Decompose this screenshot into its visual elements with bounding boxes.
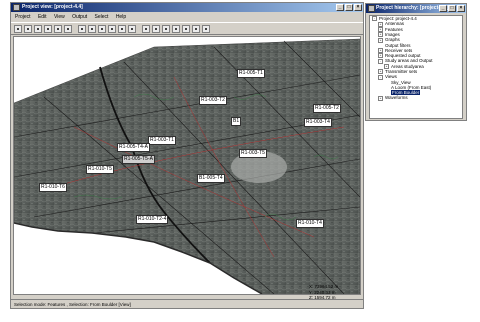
receiver-icon[interactable] xyxy=(98,25,106,33)
fit-icon[interactable] xyxy=(172,25,180,33)
tree-item[interactable]: + Waveforms xyxy=(370,95,462,101)
app-icon xyxy=(13,4,20,11)
project-hierarchy-window: Project hierarchy: [project-4.4] _ □ × -… xyxy=(365,3,467,121)
hierarchy-app-icon xyxy=(368,5,375,12)
map-label[interactable]: R1-003-T1 xyxy=(148,136,176,145)
maximize-button[interactable]: □ xyxy=(345,4,353,11)
tree-item-label: Receiver sets xyxy=(385,47,413,53)
project-view-window: Project view: [project-4.4] _ □ × Projec… xyxy=(10,2,364,309)
coord-x: X: 73964.52 m xyxy=(309,284,339,289)
map-label[interactable]: R1-003-T5 xyxy=(239,149,267,158)
refresh-icon[interactable] xyxy=(192,25,200,33)
terrain-map[interactable] xyxy=(14,37,360,294)
tree-item-label: Study areas and Output xyxy=(385,58,433,64)
map-label[interactable]: R1-005-T4-A xyxy=(117,143,150,152)
close-button[interactable]: × xyxy=(354,4,362,11)
project-view-titlebar[interactable]: Project view: [project-4.4] _ □ × xyxy=(11,3,363,12)
hierarchy-maximize-button[interactable]: □ xyxy=(448,5,456,12)
pan-icon[interactable] xyxy=(78,25,86,33)
menu-project[interactable]: Project xyxy=(15,14,31,20)
tree-item-label: Project: project-4.4 xyxy=(379,16,417,21)
open-icon[interactable] xyxy=(14,25,22,33)
measure-icon[interactable] xyxy=(182,25,190,33)
map-label[interactable]: R1-010-T5 xyxy=(86,165,114,174)
tree-item-label: Graphs xyxy=(385,37,400,43)
tree-item-label: Transmitter sets xyxy=(385,69,418,75)
menu-view[interactable]: View xyxy=(54,14,65,20)
menu-help[interactable]: Help xyxy=(116,14,126,20)
transmitter-icon[interactable] xyxy=(108,25,116,33)
save-icon[interactable] xyxy=(24,25,32,33)
zoom-out-icon[interactable] xyxy=(54,25,62,33)
camera-icon[interactable] xyxy=(128,25,136,33)
hierarchy-minimize-button[interactable]: _ xyxy=(439,5,447,12)
map-label[interactable]: R1-003-T2 xyxy=(199,96,227,105)
print-icon[interactable] xyxy=(34,25,42,33)
status-bar: Selection mode: Features , Selection: Fr… xyxy=(11,299,363,308)
map-label[interactable]: B1-005-T4 xyxy=(197,174,225,183)
map-label[interactable]: R1-005-T5-A xyxy=(122,155,155,164)
zoom-in-icon[interactable] xyxy=(44,25,52,33)
tree-item-label: Features xyxy=(385,26,403,32)
map-label[interactable]: R1-010-T2-4 xyxy=(136,215,169,224)
map-label[interactable]: R1-010-T6 xyxy=(39,183,67,192)
toolbar xyxy=(11,22,363,35)
help-icon[interactable] xyxy=(202,25,210,33)
map-label[interactable]: R1-005-T2 xyxy=(313,104,341,113)
map-label[interactable]: R1-010-T4 xyxy=(296,219,324,228)
map-label[interactable]: B1 xyxy=(231,117,242,126)
tree-item-label: Waveforms xyxy=(385,95,408,101)
tree-item-label: Areas studyarea xyxy=(391,63,424,69)
view-icon[interactable] xyxy=(118,25,126,33)
tree-item-label: Images xyxy=(385,31,400,37)
menu-output[interactable]: Output xyxy=(72,14,87,20)
project-tree[interactable]: - Project: project-4.4 + Antennas + Features +… xyxy=(369,15,463,119)
tree-item-label: Antennas xyxy=(385,21,405,27)
arrow-icon[interactable] xyxy=(162,25,170,33)
map-label[interactable]: R1-005-T1 xyxy=(237,69,265,78)
menu-bar: Project Edit View Output Select Help xyxy=(11,12,363,22)
menu-select[interactable]: Select xyxy=(95,14,109,20)
map-label[interactable]: R1-003-T4 xyxy=(304,118,332,127)
rotate-icon[interactable] xyxy=(64,25,72,33)
window-title: Project view: [project-4.4] xyxy=(22,4,83,10)
list-icon[interactable] xyxy=(152,25,160,33)
hierarchy-title: Project hierarchy: [project-4.4] xyxy=(376,5,449,11)
hierarchy-close-button[interactable]: × xyxy=(457,5,465,12)
grid-icon[interactable] xyxy=(142,25,150,33)
tree-item-label: Requested output xyxy=(385,53,421,59)
hierarchy-titlebar[interactable]: Project hierarchy: [project-4.4] _ □ × xyxy=(366,4,466,13)
tree-item-label: Views xyxy=(385,74,397,80)
expand-icon[interactable]: + xyxy=(378,95,383,101)
select-icon[interactable] xyxy=(88,25,96,33)
menu-edit[interactable]: Edit xyxy=(38,14,47,20)
minimize-button[interactable]: _ xyxy=(336,4,344,11)
terrain-viewport[interactable]: R1-005-T1 R1-003-T2 R1-005-T2 R1-003-T4 … xyxy=(13,36,361,295)
